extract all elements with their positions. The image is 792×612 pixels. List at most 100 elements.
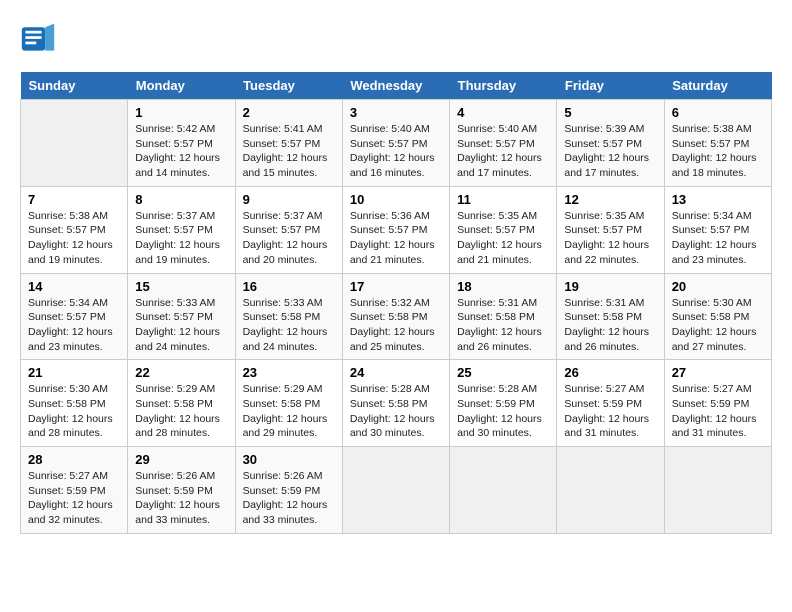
calendar-week-row: 1 Sunrise: 5:42 AMSunset: 5:57 PMDaylight… <box>21 100 772 187</box>
page-header <box>20 20 772 56</box>
day-number: 21 <box>28 365 120 380</box>
day-number: 13 <box>672 192 764 207</box>
calendar-cell: 8 Sunrise: 5:37 AMSunset: 5:57 PMDaylight… <box>128 186 235 273</box>
day-detail: Sunrise: 5:26 AMSunset: 5:59 PMDaylight:… <box>243 469 335 528</box>
day-detail: Sunrise: 5:30 AMSunset: 5:58 PMDaylight:… <box>672 296 764 355</box>
calendar-cell: 30 Sunrise: 5:26 AMSunset: 5:59 PMDayligh… <box>235 447 342 534</box>
weekday-header: Monday <box>128 72 235 100</box>
calendar-cell: 12 Sunrise: 5:35 AMSunset: 5:57 PMDayligh… <box>557 186 664 273</box>
calendar-cell <box>664 447 771 534</box>
calendar-cell: 3 Sunrise: 5:40 AMSunset: 5:57 PMDaylight… <box>342 100 449 187</box>
day-number: 11 <box>457 192 549 207</box>
day-detail: Sunrise: 5:37 AMSunset: 5:57 PMDaylight:… <box>243 209 335 268</box>
calendar-cell: 11 Sunrise: 5:35 AMSunset: 5:57 PMDayligh… <box>450 186 557 273</box>
day-detail: Sunrise: 5:35 AMSunset: 5:57 PMDaylight:… <box>457 209 549 268</box>
calendar-cell: 4Sunrise: 5:40 AMSunset: 5:57 PMDaylight… <box>450 100 557 187</box>
calendar-cell: 6Sunrise: 5:38 AMSunset: 5:57 PMDaylight… <box>664 100 771 187</box>
calendar-week-row: 21 Sunrise: 5:30 AMSunset: 5:58 PMDayligh… <box>21 360 772 447</box>
day-number: 12 <box>564 192 656 207</box>
calendar-cell: 24 Sunrise: 5:28 AMSunset: 5:58 PMDayligh… <box>342 360 449 447</box>
day-detail: Sunrise: 5:30 AMSunset: 5:58 PMDaylight:… <box>28 382 120 441</box>
day-detail: Sunrise: 5:29 AMSunset: 5:58 PMDaylight:… <box>243 382 335 441</box>
calendar-cell <box>557 447 664 534</box>
calendar-week-row: 14 Sunrise: 5:34 AMSunset: 5:57 PMDayligh… <box>21 273 772 360</box>
day-detail: Sunrise: 5:42 AMSunset: 5:57 PMDaylight:… <box>135 122 227 181</box>
day-detail: Sunrise: 5:31 AMSunset: 5:58 PMDaylight:… <box>457 296 549 355</box>
day-number: 9 <box>243 192 335 207</box>
day-detail: Sunrise: 5:26 AMSunset: 5:59 PMDaylight:… <box>135 469 227 528</box>
day-detail: Sunrise: 5:39 AMSunset: 5:57 PMDaylight:… <box>564 122 656 181</box>
calendar-table: SundayMondayTuesdayWednesdayThursdayFrid… <box>20 72 772 534</box>
day-number: 5 <box>564 105 656 120</box>
day-number: 2 <box>243 105 335 120</box>
calendar-cell: 14 Sunrise: 5:34 AMSunset: 5:57 PMDayligh… <box>21 273 128 360</box>
day-number: 26 <box>564 365 656 380</box>
weekday-header: Thursday <box>450 72 557 100</box>
calendar-cell: 17 Sunrise: 5:32 AMSunset: 5:58 PMDayligh… <box>342 273 449 360</box>
day-detail: Sunrise: 5:41 AMSunset: 5:57 PMDaylight:… <box>243 122 335 181</box>
day-detail: Sunrise: 5:33 AMSunset: 5:58 PMDaylight:… <box>243 296 335 355</box>
weekday-header: Sunday <box>21 72 128 100</box>
day-number: 7 <box>28 192 120 207</box>
day-number: 29 <box>135 452 227 467</box>
day-detail: Sunrise: 5:28 AMSunset: 5:59 PMDaylight:… <box>457 382 549 441</box>
day-detail: Sunrise: 5:40 AMSunset: 5:57 PMDaylight:… <box>350 122 442 181</box>
day-detail: Sunrise: 5:38 AMSunset: 5:57 PMDaylight:… <box>672 122 764 181</box>
day-number: 16 <box>243 279 335 294</box>
day-number: 30 <box>243 452 335 467</box>
calendar-cell: 27Sunrise: 5:27 AMSunset: 5:59 PMDayligh… <box>664 360 771 447</box>
day-detail: Sunrise: 5:33 AMSunset: 5:57 PMDaylight:… <box>135 296 227 355</box>
day-number: 19 <box>564 279 656 294</box>
day-number: 18 <box>457 279 549 294</box>
weekday-header: Wednesday <box>342 72 449 100</box>
logo-icon <box>20 20 56 56</box>
day-detail: Sunrise: 5:34 AMSunset: 5:57 PMDaylight:… <box>28 296 120 355</box>
day-detail: Sunrise: 5:28 AMSunset: 5:58 PMDaylight:… <box>350 382 442 441</box>
calendar-cell: 5 Sunrise: 5:39 AMSunset: 5:57 PMDaylight… <box>557 100 664 187</box>
calendar-cell <box>450 447 557 534</box>
calendar-cell: 2 Sunrise: 5:41 AMSunset: 5:57 PMDaylight… <box>235 100 342 187</box>
day-number: 25 <box>457 365 549 380</box>
day-number: 22 <box>135 365 227 380</box>
calendar-week-row: 7 Sunrise: 5:38 AMSunset: 5:57 PMDaylight… <box>21 186 772 273</box>
day-detail: Sunrise: 5:31 AMSunset: 5:58 PMDaylight:… <box>564 296 656 355</box>
day-number: 28 <box>28 452 120 467</box>
calendar-cell <box>21 100 128 187</box>
calendar-cell: 16 Sunrise: 5:33 AMSunset: 5:58 PMDayligh… <box>235 273 342 360</box>
calendar-cell: 25 Sunrise: 5:28 AMSunset: 5:59 PMDayligh… <box>450 360 557 447</box>
calendar-cell: 9 Sunrise: 5:37 AMSunset: 5:57 PMDaylight… <box>235 186 342 273</box>
day-detail: Sunrise: 5:37 AMSunset: 5:57 PMDaylight:… <box>135 209 227 268</box>
day-number: 27 <box>672 365 764 380</box>
day-detail: Sunrise: 5:40 AMSunset: 5:57 PMDaylight:… <box>457 122 549 181</box>
day-number: 1 <box>135 105 227 120</box>
calendar-cell: 22Sunrise: 5:29 AMSunset: 5:58 PMDayligh… <box>128 360 235 447</box>
day-number: 8 <box>135 192 227 207</box>
calendar-cell: 7 Sunrise: 5:38 AMSunset: 5:57 PMDaylight… <box>21 186 128 273</box>
calendar-cell: 13 Sunrise: 5:34 AMSunset: 5:57 PMDayligh… <box>664 186 771 273</box>
calendar-cell: 18 Sunrise: 5:31 AMSunset: 5:58 PMDayligh… <box>450 273 557 360</box>
day-detail: Sunrise: 5:36 AMSunset: 5:57 PMDaylight:… <box>350 209 442 268</box>
day-number: 24 <box>350 365 442 380</box>
day-number: 15 <box>135 279 227 294</box>
calendar-week-row: 28 Sunrise: 5:27 AMSunset: 5:59 PMDayligh… <box>21 447 772 534</box>
calendar-cell: 15 Sunrise: 5:33 AMSunset: 5:57 PMDayligh… <box>128 273 235 360</box>
day-detail: Sunrise: 5:34 AMSunset: 5:57 PMDaylight:… <box>672 209 764 268</box>
day-number: 14 <box>28 279 120 294</box>
calendar-cell: 28 Sunrise: 5:27 AMSunset: 5:59 PMDayligh… <box>21 447 128 534</box>
weekday-header: Tuesday <box>235 72 342 100</box>
day-number: 17 <box>350 279 442 294</box>
calendar-cell: 21 Sunrise: 5:30 AMSunset: 5:58 PMDayligh… <box>21 360 128 447</box>
calendar-cell <box>342 447 449 534</box>
calendar-cell: 1 Sunrise: 5:42 AMSunset: 5:57 PMDaylight… <box>128 100 235 187</box>
day-detail: Sunrise: 5:35 AMSunset: 5:57 PMDaylight:… <box>564 209 656 268</box>
day-detail: Sunrise: 5:27 AMSunset: 5:59 PMDaylight:… <box>28 469 120 528</box>
calendar-cell: 20 Sunrise: 5:30 AMSunset: 5:58 PMDayligh… <box>664 273 771 360</box>
day-detail: Sunrise: 5:32 AMSunset: 5:58 PMDaylight:… <box>350 296 442 355</box>
day-number: 20 <box>672 279 764 294</box>
day-number: 3 <box>350 105 442 120</box>
calendar-cell: 10 Sunrise: 5:36 AMSunset: 5:57 PMDayligh… <box>342 186 449 273</box>
day-number: 10 <box>350 192 442 207</box>
weekday-header: Saturday <box>664 72 771 100</box>
day-number: 23 <box>243 365 335 380</box>
day-detail: Sunrise: 5:38 AMSunset: 5:57 PMDaylight:… <box>28 209 120 268</box>
